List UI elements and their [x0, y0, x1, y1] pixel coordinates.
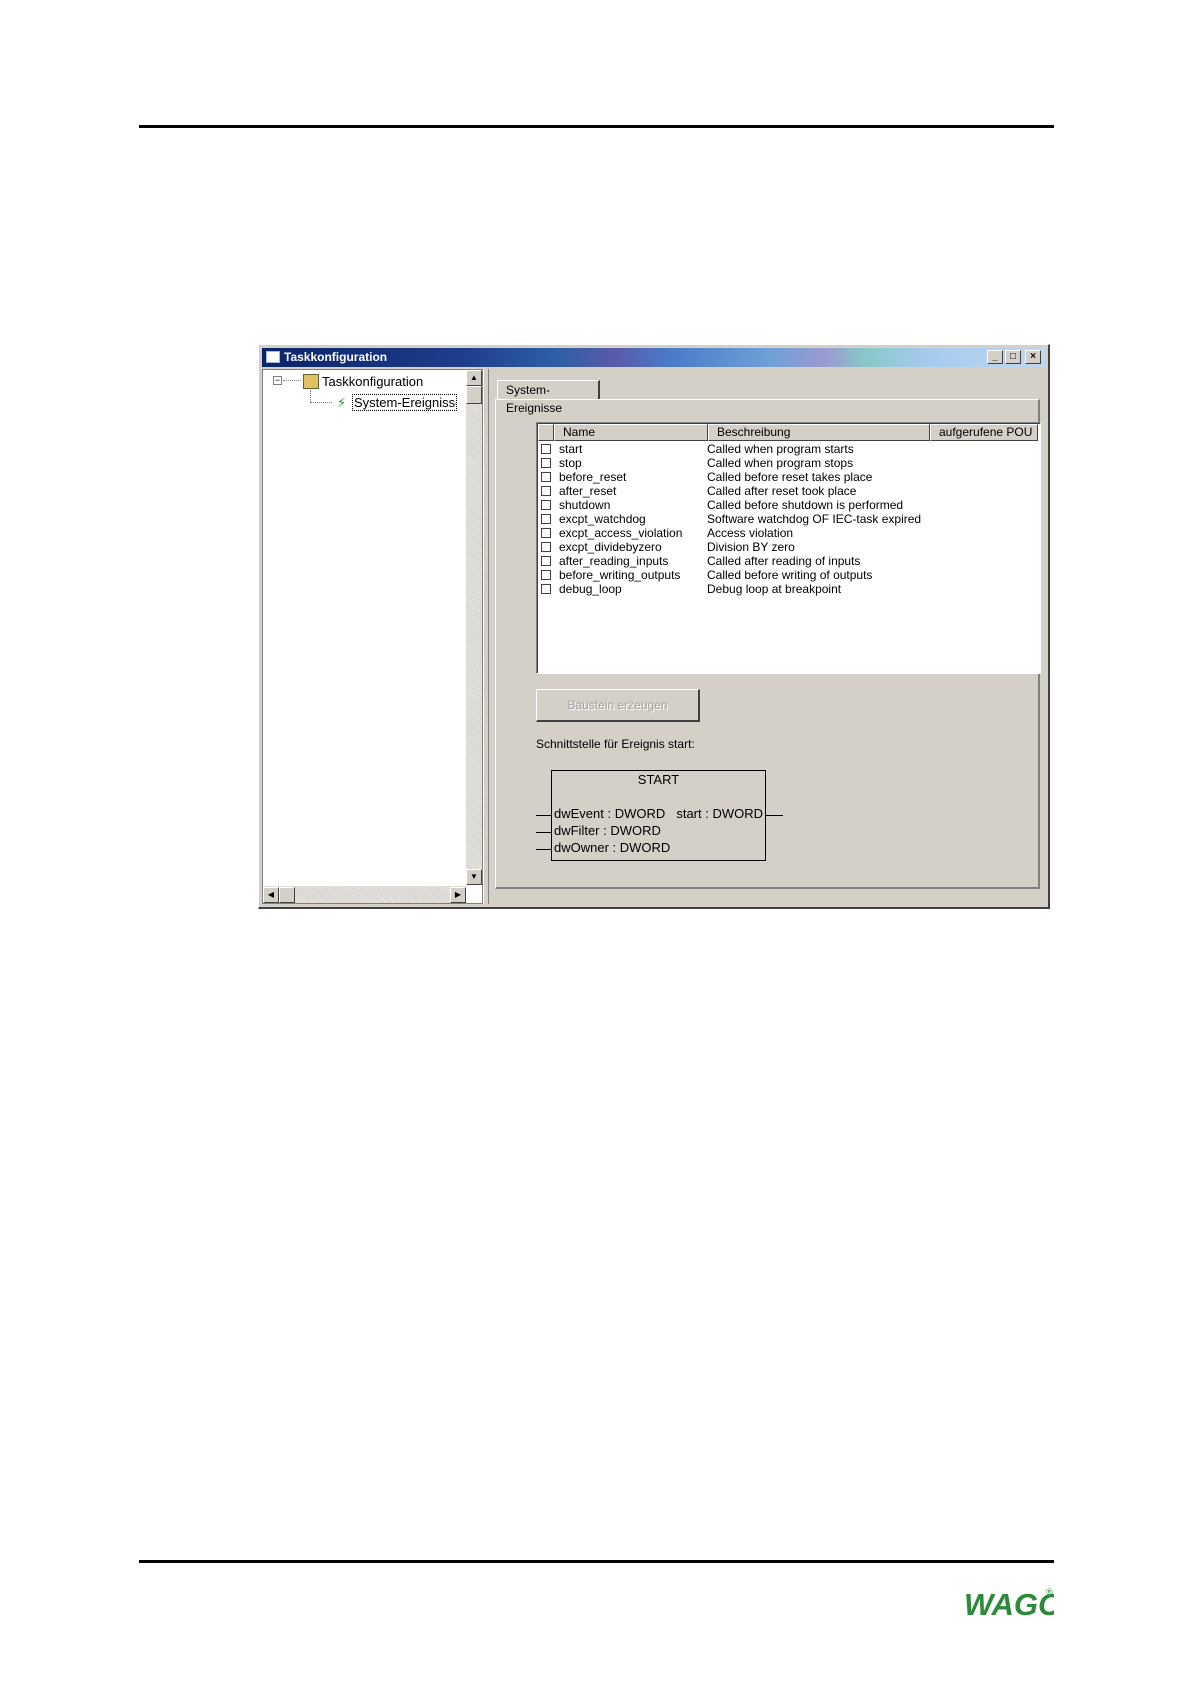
input-dwevent: dwEvent : DWORD: [554, 806, 666, 821]
tree-pane: − Taskkonfiguration ⚡ System-Ereignisse …: [262, 369, 483, 904]
minimize-button[interactable]: _: [987, 350, 1003, 364]
scroll-right-icon[interactable]: ▶: [450, 887, 466, 903]
window-title: Taskkonfiguration: [284, 350, 388, 364]
event-description: Called before reset takes place: [707, 470, 873, 484]
output-start: start : DWORD: [676, 806, 763, 821]
event-description: Debug loop at breakpoint: [707, 582, 842, 596]
event-name: before_writing_outputs: [559, 568, 681, 582]
event-description: Access violation: [707, 526, 794, 540]
event-description: Software watchdog OF IEC-task expired: [707, 512, 922, 526]
task-configuration-icon: [303, 374, 319, 389]
pane-splitter[interactable]: [483, 369, 489, 904]
event-name: excpt_access_violation: [559, 526, 683, 540]
input-pin: [536, 832, 552, 833]
column-header-name[interactable]: Name: [554, 424, 708, 441]
event-checkbox[interactable]: [541, 528, 551, 538]
event-checkbox[interactable]: [541, 570, 551, 580]
bottom-rule: [139, 1560, 1054, 1563]
event-name: start: [559, 442, 583, 456]
event-description: Called after reset took place: [707, 484, 857, 498]
maximize-button[interactable]: □: [1005, 350, 1021, 364]
tree-item-system-events[interactable]: System-Ereignisse: [352, 394, 457, 411]
scroll-down-icon[interactable]: ▼: [466, 869, 482, 885]
event-name: shutdown: [559, 498, 611, 512]
task-configuration-window: Taskkonfiguration _ □ × − Taskkonfigurat…: [258, 344, 1050, 909]
window-icon: [266, 351, 280, 363]
event-name: after_reset: [559, 484, 617, 498]
event-checkbox[interactable]: [541, 486, 551, 496]
input-pin: [536, 815, 552, 816]
tree-collapse-toggle[interactable]: −: [273, 376, 282, 385]
output-pin: [765, 815, 783, 816]
event-checkbox[interactable]: [541, 458, 551, 468]
event-name: excpt_dividebyzero: [559, 540, 662, 554]
event-description: Called before writing of outputs: [707, 568, 873, 582]
event-description: Called when program starts: [707, 442, 854, 456]
table-header: Name Beschreibung aufgerufene POU: [538, 424, 1039, 441]
function-block-title: START: [637, 772, 680, 787]
event-checkbox[interactable]: [541, 472, 551, 482]
interface-label: Schnittstelle für Ereignis start:: [536, 737, 695, 751]
top-rule: [139, 125, 1054, 128]
column-header-checkbox[interactable]: [538, 424, 554, 441]
scroll-left-icon[interactable]: ◀: [263, 887, 279, 903]
create-block-button[interactable]: Baustein erzeugen: [536, 689, 700, 722]
tree-horizontal-scrollbar[interactable]: ◀ ▶: [263, 886, 466, 903]
event-description: Called when program stops: [707, 456, 854, 470]
wago-logo: WAGO ®: [964, 1587, 1054, 1619]
event-description: Called after reading of inputs: [707, 554, 861, 568]
event-name: debug_loop: [559, 582, 622, 596]
event-name: stop: [559, 456, 582, 470]
scroll-thumb[interactable]: [279, 887, 295, 903]
event-checkbox[interactable]: [541, 444, 551, 454]
event-name: before_reset: [559, 470, 627, 484]
scroll-thumb[interactable]: [466, 386, 482, 404]
event-description: Called before shutdown is performed: [707, 498, 904, 512]
function-block: START dwEvent : DWORD dwFilter : DWORD d…: [536, 770, 783, 861]
registered-mark: ®: [1046, 1587, 1053, 1597]
event-name: excpt_watchdog: [559, 512, 646, 526]
event-description: Division BY zero: [707, 540, 795, 554]
event-checkbox[interactable]: [541, 514, 551, 524]
tree-item-task-configuration[interactable]: Taskkonfiguration: [322, 374, 423, 389]
input-dwowner: dwOwner : DWORD: [554, 840, 671, 855]
event-checkbox[interactable]: [541, 584, 551, 594]
wago-logo-text: WAGO: [964, 1587, 1054, 1619]
event-checkbox[interactable]: [541, 542, 551, 552]
lightning-icon: ⚡: [337, 395, 347, 410]
system-events-table: Name Beschreibung aufgerufene POU start C…: [536, 422, 1041, 674]
tree-vertical-scrollbar[interactable]: ▲ ▼: [466, 370, 482, 885]
tree-connector: [283, 380, 301, 381]
input-dwfilter: dwFilter : DWORD: [554, 823, 661, 838]
column-header-called-pou[interactable]: aufgerufene POU: [930, 424, 1038, 441]
event-checkbox[interactable]: [541, 556, 551, 566]
title-bar[interactable]: Taskkonfiguration _ □ ×: [262, 348, 1045, 367]
tree-connector: [310, 390, 311, 402]
close-button[interactable]: ×: [1025, 350, 1041, 364]
tree-connector: [310, 402, 332, 403]
tab-system-events[interactable]: System-Ereignisse: [497, 380, 600, 415]
event-name: after_reading_inputs: [559, 554, 669, 568]
event-checkbox[interactable]: [541, 500, 551, 510]
column-header-description[interactable]: Beschreibung: [708, 424, 930, 441]
scroll-up-icon[interactable]: ▲: [466, 370, 482, 386]
input-pin: [536, 849, 552, 850]
